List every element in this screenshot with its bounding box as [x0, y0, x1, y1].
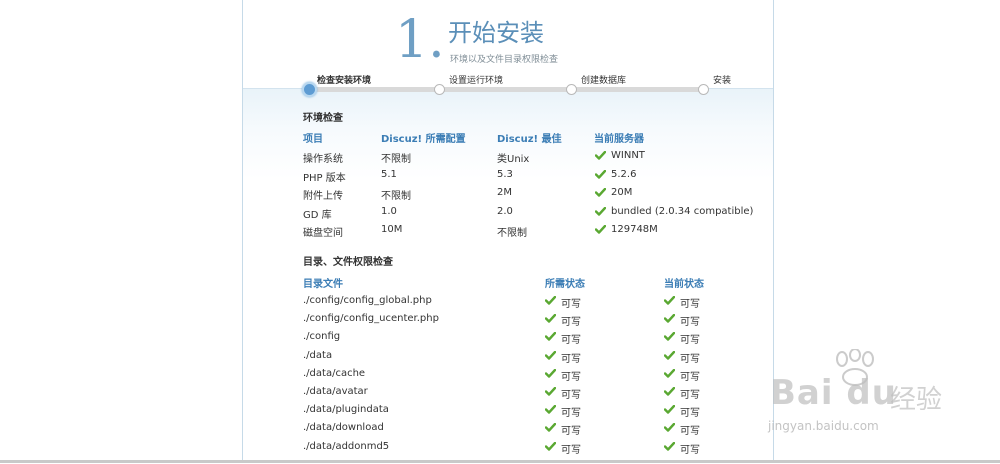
- env-header-best: Discuz! 最佳: [497, 134, 562, 145]
- env-check-title: 环境检查: [303, 113, 343, 124]
- page-subtitle: 环境以及文件目录权限检查: [450, 55, 559, 65]
- check-icon: [545, 314, 556, 323]
- current-status: 可写: [680, 299, 700, 310]
- env-header-current: 当前服务器: [594, 134, 644, 145]
- env-cell: GD 库: [303, 209, 332, 221]
- dir-header-required: 所需状态: [545, 279, 585, 290]
- page-title: 开始安装: [448, 19, 544, 47]
- check-icon: [595, 151, 606, 160]
- dir-file-path: ./data: [303, 349, 333, 361]
- step-label-2: 设置运行环境: [449, 76, 504, 86]
- current-status: 可写: [680, 371, 700, 383]
- step-label-1: 检查安装环境: [317, 76, 372, 86]
- dir-file-path: ./config: [303, 331, 341, 343]
- step-label-3: 创建数据库: [581, 76, 627, 86]
- check-icon: [545, 332, 556, 342]
- check-icon: [545, 296, 556, 305]
- check-icon: [545, 387, 556, 396]
- current-status: 可写: [680, 335, 700, 347]
- env-cell: bundled (2.0.34 compatible): [611, 205, 754, 217]
- step-dot-1: [302, 82, 317, 97]
- current-status: 可写: [680, 426, 700, 438]
- step-dot-3: [566, 84, 577, 95]
- env-cell: 2.0: [497, 205, 513, 217]
- env-cell: 20M: [611, 187, 633, 198]
- watermark-brand: Bai du: [770, 373, 897, 413]
- check-icon: [664, 350, 675, 360]
- check-icon: [664, 368, 675, 378]
- check-icon: [664, 314, 675, 323]
- current-status: 可写: [680, 353, 700, 365]
- required-status: 可写: [561, 408, 581, 420]
- check-icon: [595, 225, 606, 234]
- check-icon: [595, 206, 606, 216]
- env-cell: 不限制: [381, 154, 411, 165]
- required-status: 可写: [561, 426, 581, 438]
- dir-file-path: ./data/cache: [303, 367, 366, 379]
- env-cell: PHP 版本: [303, 172, 346, 184]
- required-status: 可写: [561, 335, 581, 347]
- baidu-jingyan-watermark: Bai du 经验 jingyan.baidu.com: [760, 349, 1000, 445]
- step-number: 1.: [395, 10, 445, 70]
- watermark-brand-cn: 经验: [890, 385, 943, 415]
- env-cell: 5.3: [497, 168, 513, 180]
- watermark-url: jingyan.baidu.com: [768, 419, 879, 433]
- required-status: 可写: [561, 371, 581, 383]
- required-status: 可写: [561, 317, 581, 329]
- env-cell: 2M: [497, 187, 512, 198]
- step-dot-2: [434, 84, 445, 95]
- env-cell: 1.0: [381, 205, 397, 217]
- dir-file-path: ./data/plugindata: [303, 404, 389, 416]
- dir-file-path: ./config/config_ucenter.php: [303, 313, 439, 325]
- check-icon: [664, 332, 675, 342]
- current-status: 可写: [680, 317, 700, 329]
- check-icon: [664, 296, 675, 305]
- required-status: 可写: [561, 390, 581, 401]
- check-icon: [664, 441, 675, 451]
- required-status: 可写: [561, 353, 581, 365]
- dir-file-path: ./data/addonmd5: [303, 440, 390, 452]
- env-cell: 5.2.6: [611, 168, 637, 180]
- progress-track: [308, 87, 706, 92]
- env-cell: 129748M: [611, 224, 658, 235]
- required-status: 可写: [561, 444, 581, 456]
- check-icon: [545, 350, 556, 360]
- env-header-required: Discuz! 所需配置: [381, 134, 466, 145]
- env-header-item: 项目: [303, 134, 323, 145]
- env-cell: WINNT: [611, 150, 645, 161]
- check-icon: [545, 405, 556, 414]
- current-status: 可写: [680, 444, 700, 456]
- check-icon: [664, 405, 675, 414]
- env-cell: 磁盘空间: [303, 228, 343, 239]
- check-icon: [545, 423, 556, 433]
- env-cell: 操作系统: [303, 154, 343, 165]
- dir-header-file: 目录文件: [303, 279, 343, 290]
- dir-header-current: 当前状态: [664, 279, 704, 290]
- current-status: 可写: [680, 408, 700, 420]
- env-cell: 附件上传: [303, 191, 343, 202]
- env-cell: 类Unix: [497, 154, 530, 165]
- dir-file-path: ./data/download: [303, 422, 384, 434]
- check-icon: [664, 423, 675, 433]
- current-status: 可写: [680, 390, 700, 401]
- step-label-4: 安装: [713, 76, 732, 86]
- check-icon: [664, 387, 675, 396]
- dir-file-path: ./data/avatar: [303, 386, 368, 397]
- check-icon: [545, 368, 556, 378]
- env-cell: 5.1: [381, 168, 397, 180]
- dir-file-path: ./config/config_global.php: [303, 295, 432, 306]
- required-status: 可写: [561, 299, 581, 310]
- env-cell: 10M: [381, 224, 403, 235]
- env-cell: 不限制: [381, 191, 411, 202]
- check-icon: [545, 441, 556, 451]
- check-icon: [595, 169, 606, 179]
- env-cell: 不限制: [497, 228, 527, 239]
- dir-check-title: 目录、文件权限检查: [303, 257, 393, 268]
- check-icon: [595, 188, 606, 197]
- step-dot-4: [698, 84, 709, 95]
